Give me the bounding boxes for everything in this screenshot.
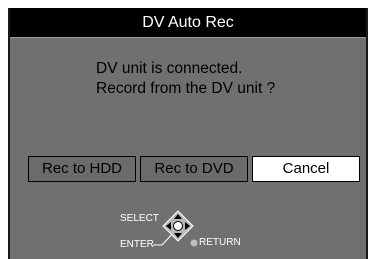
dialog-title: DV Auto Rec [142, 14, 234, 31]
return-dot-icon [190, 239, 198, 247]
remote-navigation-guide: SELECT ENTER RETURN [110, 208, 270, 256]
title-bar: DV Auto Rec [10, 8, 366, 38]
rec-to-hdd-button[interactable]: Rec to HDD [28, 156, 136, 182]
title-separator [10, 37, 366, 38]
message: DV unit is connected. Record from the DV… [96, 59, 275, 99]
message-line-1: DV unit is connected. [96, 60, 243, 77]
dv-auto-rec-dialog: DV Auto Rec DV unit is connected. Record… [8, 8, 368, 259]
cancel-button[interactable]: Cancel [252, 156, 360, 182]
message-line-2: Record from the DV unit ? [96, 80, 276, 97]
rec-to-dvd-button[interactable]: Rec to DVD [140, 156, 248, 182]
dpad-icon [153, 210, 194, 246]
